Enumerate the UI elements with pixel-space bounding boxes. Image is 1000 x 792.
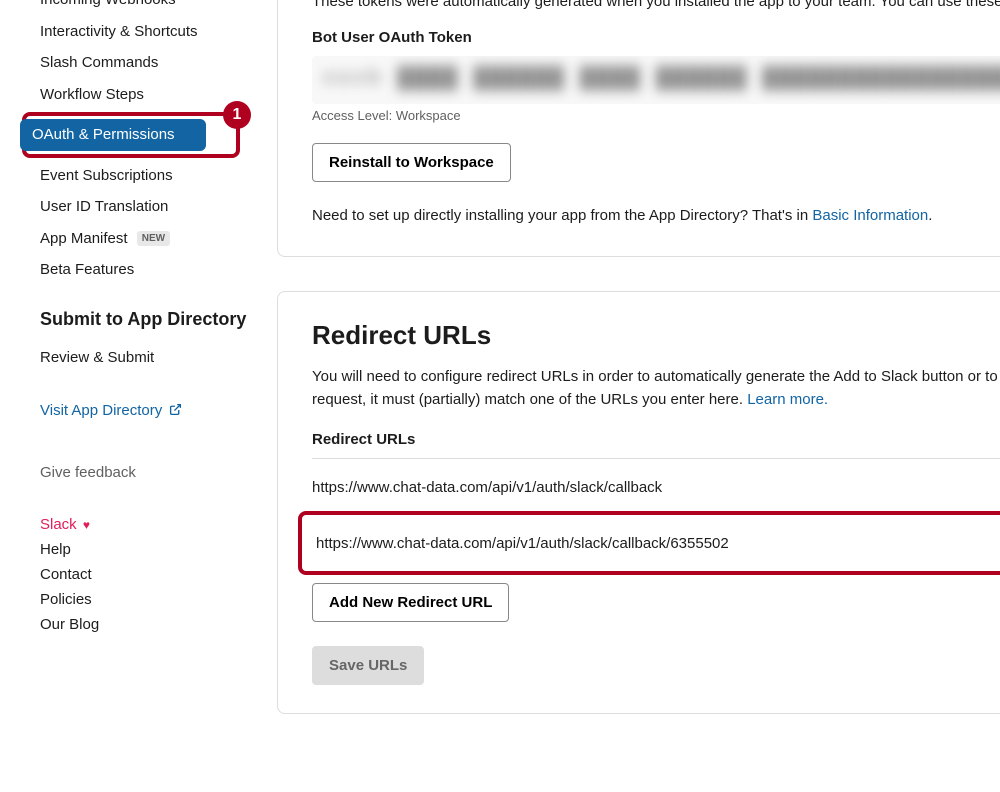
sidebar-nav-item[interactable]: App Manifest NEW: [40, 223, 277, 255]
sidebar-review-submit[interactable]: Review & Submit: [40, 342, 277, 374]
add-redirect-url-button[interactable]: Add New Redirect URL: [312, 583, 509, 622]
oauth-tokens-panel: These tokens were automatically generate…: [277, 0, 1000, 257]
sidebar-nav-item-oauth[interactable]: OAuth & Permissions: [20, 119, 206, 151]
sidebar: Incoming Webhooks Interactivity & Shortc…: [0, 0, 277, 792]
blog-link[interactable]: Our Blog: [40, 616, 277, 633]
redirect-urls-panel: Redirect URLs You will need to configure…: [277, 291, 1000, 715]
save-urls-button[interactable]: Save URLs: [312, 646, 424, 685]
contact-link[interactable]: Contact: [40, 566, 277, 583]
heart-icon: ♥: [83, 518, 90, 532]
external-link-icon: [169, 403, 182, 416]
reinstall-button[interactable]: Reinstall to Workspace: [312, 143, 511, 182]
annotation-highlight-1: OAuth & Permissions 1: [22, 112, 240, 158]
redirect-url-row: https://www.chat-data.com/api/v1/auth/sl…: [312, 459, 1000, 515]
help-link[interactable]: Help: [40, 541, 277, 558]
sidebar-nav-item[interactable]: User ID Translation: [40, 191, 277, 223]
sidebar-nav-item[interactable]: Slash Commands: [40, 47, 277, 79]
visit-app-directory-link[interactable]: Visit App Directory: [40, 402, 182, 419]
main-content: These tokens were automatically generate…: [277, 0, 1000, 792]
redirect-url-text: https://www.chat-data.com/api/v1/auth/sl…: [316, 535, 729, 552]
annotation-highlight-2: https://www.chat-data.com/api/v1/auth/sl…: [298, 511, 1000, 575]
redirect-urls-subheading: Redirect URLs: [312, 431, 1000, 459]
redirect-url-row: https://www.chat-data.com/api/v1/auth/sl…: [316, 515, 1000, 571]
blurred-token: xoxb ████ ██████ ████ ██████ ███████████…: [322, 66, 1000, 91]
give-feedback-link[interactable]: Give feedback: [40, 457, 277, 489]
redirect-urls-heading: Redirect URLs: [312, 320, 1000, 351]
bot-token-value[interactable]: xoxb ████ ██████ ████ ██████ ███████████…: [312, 56, 1000, 104]
basic-information-link[interactable]: Basic Information: [812, 207, 928, 224]
annotation-badge-1: 1: [223, 101, 251, 129]
redirect-intro: You will need to configure redirect URLs…: [312, 365, 1000, 412]
new-badge: NEW: [137, 231, 170, 246]
bot-token-label: Bot User OAuth Token: [312, 29, 1000, 46]
sidebar-nav-item[interactable]: Event Subscriptions: [40, 160, 277, 192]
sidebar-item-label: App Manifest: [40, 230, 128, 247]
link-label: Visit App Directory: [40, 402, 162, 419]
sidebar-nav-item[interactable]: Incoming Webhooks: [40, 0, 277, 16]
submit-app-heading: Submit to App Directory: [40, 308, 277, 331]
slack-link[interactable]: Slack ♥: [40, 516, 277, 533]
access-level-label: Access Level: Workspace: [312, 108, 1000, 123]
policies-link[interactable]: Policies: [40, 591, 277, 608]
learn-more-redirect-link[interactable]: Learn more.: [747, 391, 828, 408]
sidebar-nav-item[interactable]: Beta Features: [40, 254, 277, 286]
slack-label: Slack: [40, 516, 77, 533]
direct-install-note: Need to set up directly installing your …: [312, 204, 1000, 227]
tokens-intro: These tokens were automatically generate…: [312, 0, 1000, 13]
sidebar-nav-item[interactable]: Interactivity & Shortcuts: [40, 16, 277, 48]
redirect-url-text: https://www.chat-data.com/api/v1/auth/sl…: [312, 479, 662, 496]
